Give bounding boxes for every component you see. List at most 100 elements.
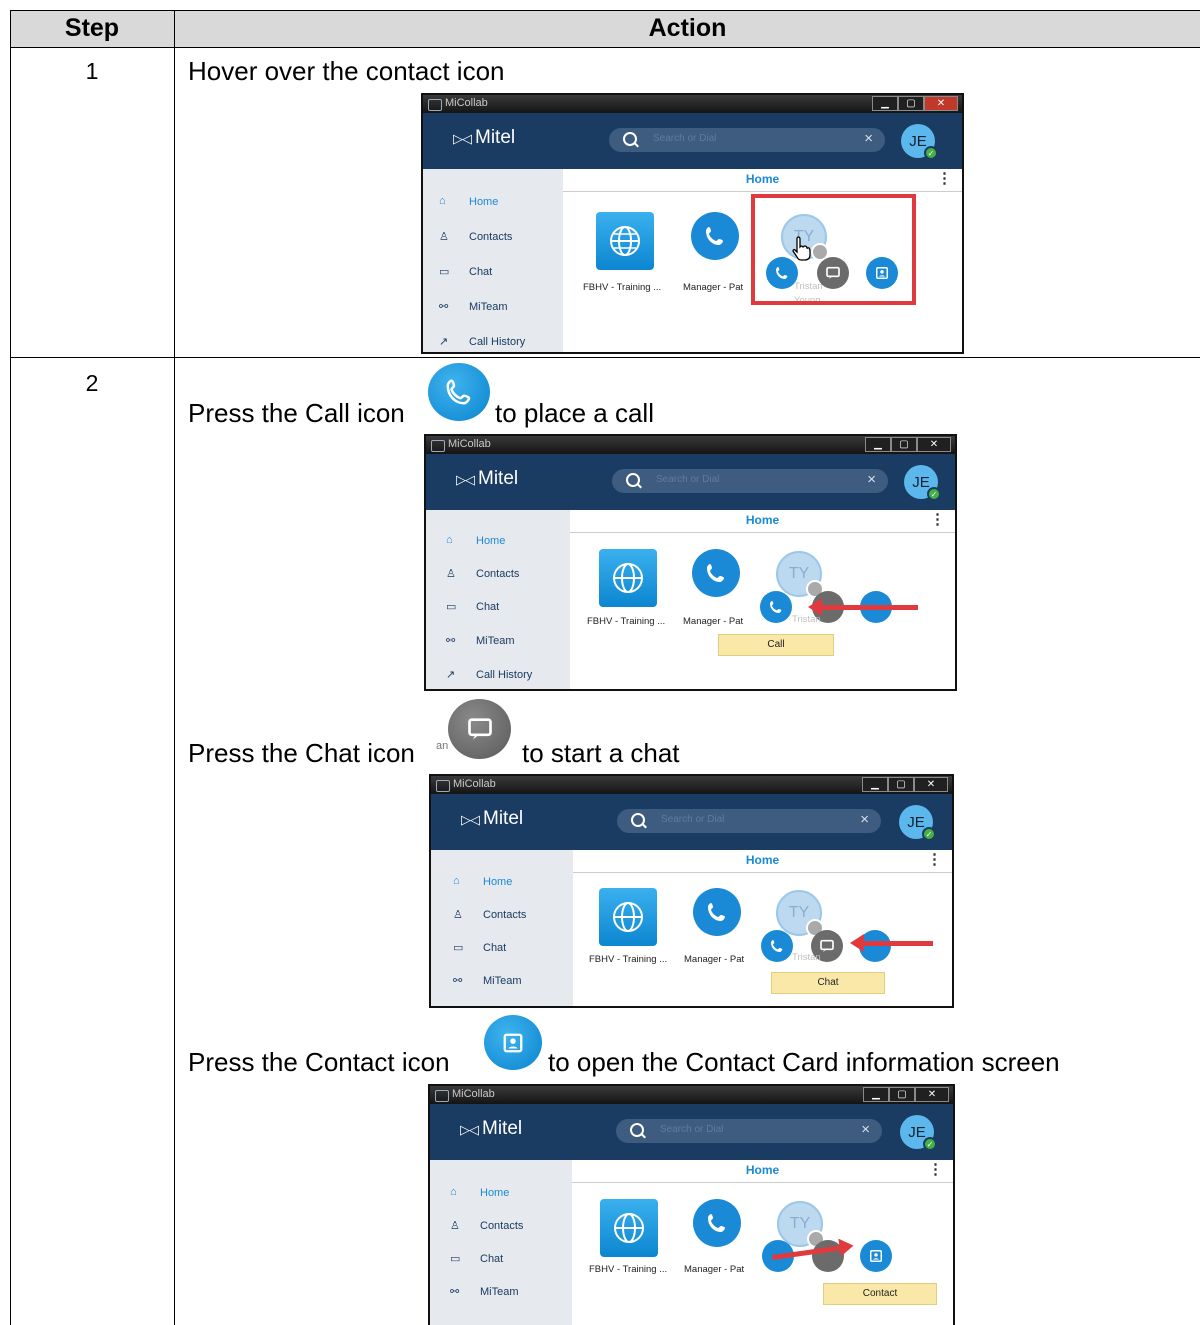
table-header-divider xyxy=(10,47,1200,48)
minimize-icon: ▁ xyxy=(865,437,891,452)
nav-contacts: ♙ Contacts xyxy=(450,1220,524,1232)
nav-chat: ▭ Chat xyxy=(450,1253,504,1265)
tile-label-manager: Manager - Pat xyxy=(683,282,744,293)
sidebar: ⌂ Home ♙ Contacts ▭ Chat ⚯ MiTeam xyxy=(431,850,573,1006)
nav-contacts: ♙ Contacts xyxy=(446,568,520,580)
nav-contacts: ♙ Contacts xyxy=(453,909,527,921)
search-icon xyxy=(623,132,637,146)
window-title: MiCollab xyxy=(452,1088,495,1100)
search-bar: Search or Dial × xyxy=(616,1119,882,1143)
close-icon: ✕ xyxy=(924,96,958,111)
micollab-logo-icon xyxy=(428,99,442,111)
screenshot-window-chat: MiCollab ▁ ▢ ✕ ▷◁ Mitel Search or Dial × JE ✓… xyxy=(429,774,954,1008)
person-icon: ♙ xyxy=(446,568,456,580)
sidebar: ⌂ Home ♙ Contacts ▭ Chat ⚯ MiTeam ↗ Call Hist… xyxy=(426,510,570,689)
status-available-icon: ✓ xyxy=(924,146,938,160)
search-icon xyxy=(630,1123,644,1137)
mitel-logo-icon: ▷◁ xyxy=(453,131,472,146)
tooltip-call: Call xyxy=(718,634,834,656)
nav-home: ⌂ Home xyxy=(450,1186,510,1199)
nav-chat: ▭ Chat xyxy=(453,942,507,954)
miteam-icon: ⚯ xyxy=(453,975,463,987)
globe-tile-icon xyxy=(599,888,657,946)
window-title: MiCollab xyxy=(448,438,491,450)
globe-tile-icon xyxy=(596,212,654,270)
miteam-icon: ⚯ xyxy=(439,301,449,313)
mitel-brand: ▷◁ Mitel xyxy=(460,1118,523,1139)
call-history-icon: ↗ xyxy=(439,336,449,348)
minimize-icon: ▁ xyxy=(862,777,888,792)
mitel-logo-icon: ▷◁ xyxy=(461,812,480,827)
instruction-call-post: to place a call xyxy=(495,398,654,428)
search-bar: Search or Dial × xyxy=(617,809,881,833)
tile-label-training: FBHV - Training ... xyxy=(587,616,666,627)
search-placeholder: Search or Dial xyxy=(661,814,725,825)
more-options-icon: ⋮ xyxy=(937,170,952,187)
nav-chat: ▭ Chat xyxy=(446,601,500,613)
status-available-icon: ✓ xyxy=(923,1137,937,1151)
nav-home: ⌂ Home xyxy=(446,534,506,547)
app-header: ▷◁ Mitel Search or Dial × JE ✓ xyxy=(423,113,962,169)
header-step: Step xyxy=(64,14,120,42)
tile-label-training: FBHV - Training ... xyxy=(583,282,662,293)
miteam-icon: ⚯ xyxy=(446,635,456,647)
instruction-chat-post: to start a chat xyxy=(522,738,680,768)
globe-tile-icon xyxy=(600,1199,658,1257)
search-placeholder: Search or Dial xyxy=(660,1124,724,1135)
contact-avatar: TY xyxy=(776,890,824,937)
status-available-icon: ✓ xyxy=(927,487,941,501)
home-bar: Home ⋮ xyxy=(570,510,955,533)
more-options-icon: ⋮ xyxy=(930,511,945,528)
tooltip-contact: Contact xyxy=(823,1283,937,1305)
home-bar: Home ⋮ xyxy=(572,1160,953,1183)
nav-chat: ▭ Chat xyxy=(439,266,493,278)
phone-tile-icon xyxy=(692,549,740,597)
nav-miteam: ⚯ MiTeam xyxy=(446,635,515,647)
home-bar: Home ⋮ xyxy=(573,850,952,873)
contact-avatar: TY xyxy=(777,1201,825,1248)
maximize-icon: ▢ xyxy=(898,96,924,111)
more-options-icon: ⋮ xyxy=(928,1161,943,1178)
search-placeholder: Search or Dial xyxy=(656,474,720,485)
user-avatar: JE ✓ xyxy=(900,1115,937,1151)
search-placeholder: Search or Dial xyxy=(653,133,717,144)
nav-miteam: ⚯ MiTeam xyxy=(450,1286,519,1298)
nav-call-history: ↗ Call History xyxy=(446,669,533,681)
call-action-icon xyxy=(760,591,792,623)
instruction-hover: Hover over the contact icon xyxy=(188,56,505,86)
search-icon xyxy=(631,813,645,827)
maximize-icon: ▢ xyxy=(888,777,914,792)
instruction-document: Step Action 1 Hover over the contact ico… xyxy=(0,0,1201,1325)
user-avatar: JE ✓ xyxy=(901,124,938,160)
table-border-left xyxy=(10,10,11,1325)
close-icon: ✕ xyxy=(914,777,948,792)
chat-icon: ▭ xyxy=(450,1253,461,1265)
chat-icon xyxy=(448,699,511,759)
status-available-icon: ✓ xyxy=(922,827,936,841)
clear-icon: × xyxy=(861,1121,870,1138)
person-icon: ♙ xyxy=(450,1220,460,1232)
micollab-logo-icon xyxy=(435,1090,449,1102)
clear-icon: × xyxy=(860,811,869,828)
instruction-chat-pre: Press the Chat icon xyxy=(188,738,415,768)
clear-icon: × xyxy=(864,130,873,147)
table-border-top xyxy=(10,10,1200,11)
home-icon: ⌂ xyxy=(453,875,460,887)
home-title: Home xyxy=(745,513,780,527)
search-bar: Search or Dial × xyxy=(612,469,888,493)
tile-label-training: FBHV - Training ... xyxy=(589,1264,668,1275)
micollab-logo-icon xyxy=(436,780,450,792)
screenshot-window-call: MiCollab ▁ ▢ ✕ ▷◁ Mitel Search or Dial × JE ✓… xyxy=(424,434,957,691)
home-icon: ⌂ xyxy=(446,534,453,546)
person-icon: ♙ xyxy=(453,909,463,921)
nav-call-history: ↗ Call History xyxy=(439,336,526,348)
sidebar: ⌂ Home ♙ Contacts ▭ Chat ⚯ MiTeam xyxy=(430,1160,572,1325)
red-arrow-icon xyxy=(808,598,918,616)
search-bar: Search or Dial × xyxy=(609,128,885,152)
mitel-logo-icon: ▷◁ xyxy=(456,472,475,487)
home-title: Home xyxy=(745,1163,780,1177)
user-avatar: JE ✓ xyxy=(899,805,936,841)
home-title: Home xyxy=(745,172,780,186)
call-icon xyxy=(428,363,490,421)
nav-miteam: ⚯ MiTeam xyxy=(453,975,522,987)
